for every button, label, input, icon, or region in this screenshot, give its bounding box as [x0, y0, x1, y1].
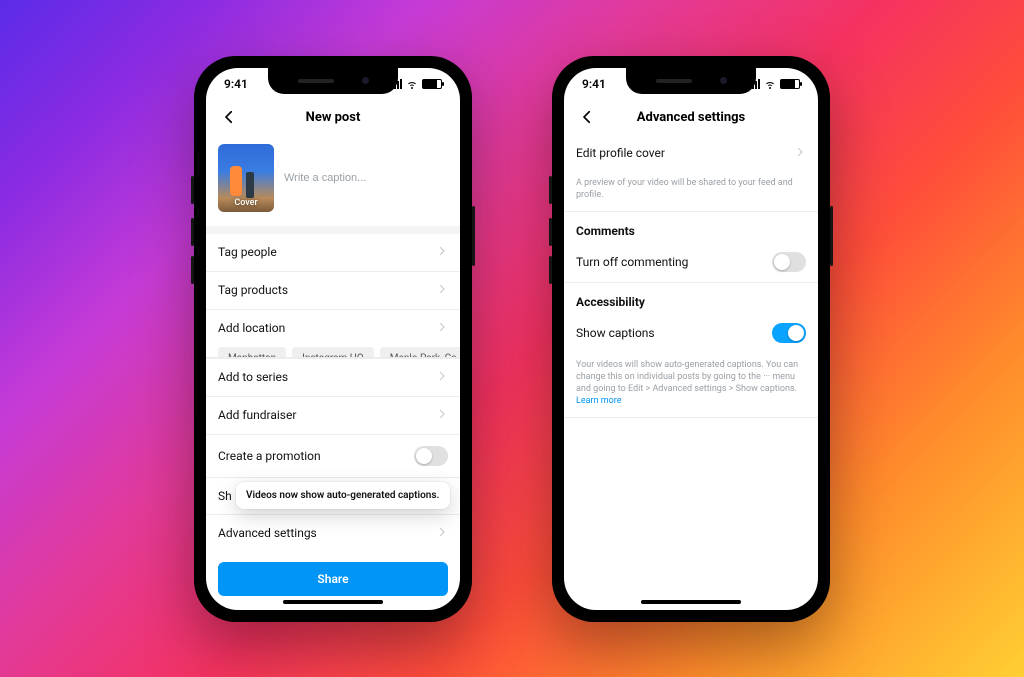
captions-helper: Your videos will show auto-generated cap… — [564, 353, 818, 419]
row-label: Add fundraiser — [218, 408, 296, 422]
caption-input[interactable] — [284, 144, 448, 212]
cover-label: Cover — [218, 198, 274, 208]
row-tag-products[interactable]: Tag products — [206, 271, 460, 309]
row-label: Show captions — [576, 326, 655, 340]
row-label: Turn off commenting — [576, 255, 688, 269]
phone-mockup-advanced-settings: 9:41 Advanced settings Edit profile cove… — [552, 56, 830, 622]
row-edit-profile-cover[interactable]: Edit profile cover — [564, 136, 818, 171]
caption-area: Cover — [206, 136, 460, 226]
chevron-right-icon — [436, 526, 448, 541]
location-chip[interactable]: Menlo Park, Ca — [380, 347, 460, 358]
commenting-toggle[interactable] — [772, 252, 806, 272]
phone-notch — [268, 68, 398, 94]
home-indicator[interactable] — [641, 600, 741, 604]
back-button[interactable] — [572, 100, 602, 135]
phone-notch — [626, 68, 756, 94]
captions-tooltip: Videos now show auto-generated captions. — [236, 482, 450, 509]
row-create-promotion[interactable]: Create a promotion — [206, 434, 460, 477]
captions-helper-text: Your videos will show auto-generated cap… — [576, 360, 798, 394]
phone-screen: 9:41 New post Cover — [206, 68, 460, 610]
row-label: Add to series — [218, 370, 288, 384]
status-time: 9:41 — [224, 77, 248, 91]
battery-icon — [422, 79, 442, 89]
row-label: Tag products — [218, 283, 288, 297]
row-label: Advanced settings — [218, 526, 317, 540]
row-turn-off-commenting[interactable]: Turn off commenting — [564, 242, 818, 283]
wifi-icon — [406, 78, 418, 90]
share-button[interactable]: Share — [218, 562, 448, 596]
nav-header: New post — [206, 100, 460, 136]
back-button[interactable] — [214, 100, 244, 135]
row-show-captions[interactable]: Show captions — [564, 313, 818, 353]
phone-screen: 9:41 Advanced settings Edit profile cove… — [564, 68, 818, 610]
chevron-right-icon — [436, 370, 448, 385]
status-time: 9:41 — [582, 77, 606, 91]
chevron-right-icon — [436, 245, 448, 260]
share-button-label: Share — [317, 572, 348, 586]
chevron-right-icon — [436, 321, 448, 336]
location-suggestions: Manhattan Instagram HQ Menlo Park, Ca — [206, 347, 460, 358]
battery-icon — [780, 79, 800, 89]
row-label: Edit profile cover — [576, 146, 665, 160]
row-label: Create a promotion — [218, 449, 321, 463]
chevron-right-icon — [436, 283, 448, 298]
learn-more-link[interactable]: Learn more — [576, 396, 622, 406]
captions-toggle[interactable] — [772, 323, 806, 343]
row-label: Add location — [218, 321, 285, 335]
row-add-fundraiser[interactable]: Add fundraiser — [206, 396, 460, 434]
section-accessibility: Accessibility — [564, 283, 818, 313]
row-add-to-series[interactable]: Add to series — [206, 358, 460, 396]
advanced-settings-content: Edit profile cover A preview of your vid… — [564, 136, 818, 610]
wifi-icon — [764, 78, 776, 90]
location-chip[interactable]: Manhattan — [218, 347, 286, 358]
video-cover-thumbnail[interactable]: Cover — [218, 144, 274, 212]
page-title: New post — [306, 110, 361, 125]
row-label: Sh — [218, 489, 232, 503]
location-chip[interactable]: Instagram HQ — [292, 347, 374, 358]
tooltip-text: Videos now show auto-generated captions. — [246, 490, 439, 501]
edit-profile-helper: A preview of your video will be shared t… — [564, 171, 818, 212]
phone-mockup-new-post: 9:41 New post Cover — [194, 56, 472, 622]
row-label: Tag people — [218, 245, 277, 259]
chevron-right-icon — [794, 146, 806, 161]
nav-header: Advanced settings — [564, 100, 818, 136]
new-post-content: Cover Tag people Tag products Add locati… — [206, 136, 460, 610]
home-indicator[interactable] — [283, 600, 383, 604]
row-share-to[interactable]: Sh Videos now show auto-generated captio… — [206, 477, 460, 514]
section-comments: Comments — [564, 212, 818, 242]
promotion-toggle[interactable] — [414, 446, 448, 466]
chevron-right-icon — [436, 408, 448, 423]
row-tag-people[interactable]: Tag people — [206, 226, 460, 271]
page-title: Advanced settings — [637, 110, 745, 125]
row-advanced-settings[interactable]: Advanced settings — [206, 514, 460, 552]
row-add-location[interactable]: Add location — [206, 309, 460, 347]
